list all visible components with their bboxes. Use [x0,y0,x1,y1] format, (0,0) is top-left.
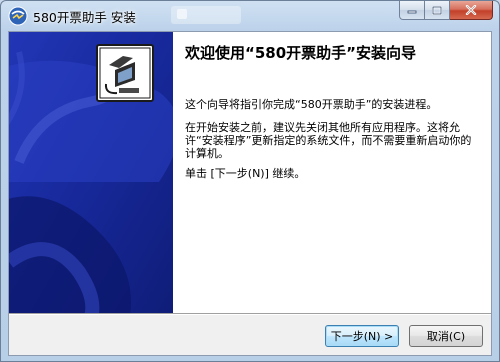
installer-computer-icon [96,44,154,102]
wizard-content: 欢迎使用“580开票助手”安装向导 这个向导将指引你完成“580开票助手”的安装… [173,32,491,313]
close-icon [465,5,477,15]
cancel-button[interactable]: 取消(C) [409,325,483,347]
minimize-button[interactable] [399,1,425,20]
wizard-intro-text: 这个向导将指引你完成“580开票助手”的安装进程。 [185,98,438,111]
button-area-divider [9,313,491,315]
window-title: 580开票助手 安装 [33,10,136,25]
client-area: 欢迎使用“580开票助手”安装向导 这个向导将指引你完成“580开票助手”的安装… [8,31,492,356]
background-window-icon [177,9,187,19]
wizard-banner [9,32,173,313]
app-logo-icon [8,6,28,26]
installer-window: 580开票助手 安装 欢迎使用“580开票助手”安装向导 这个向导将指引你完成“… [0,0,500,362]
title-bar[interactable]: 580开票助手 安装 [1,1,499,31]
wizard-heading: 欢迎使用“580开票助手”安装向导 [185,44,417,62]
maximize-icon [432,5,442,15]
minimize-icon [407,10,417,14]
wizard-advice-text: 在开始安装之前，建议先关闭其他所有应用程序。这将允许“安装程序”更新指定的系统文… [185,121,472,160]
caption-buttons [399,1,493,21]
wizard-continue-text: 单击 [下一步(N)] 继续。 [185,167,306,180]
close-button[interactable] [450,1,493,20]
next-button[interactable]: 下一步(N) > [325,325,399,347]
maximize-button[interactable] [425,1,450,20]
